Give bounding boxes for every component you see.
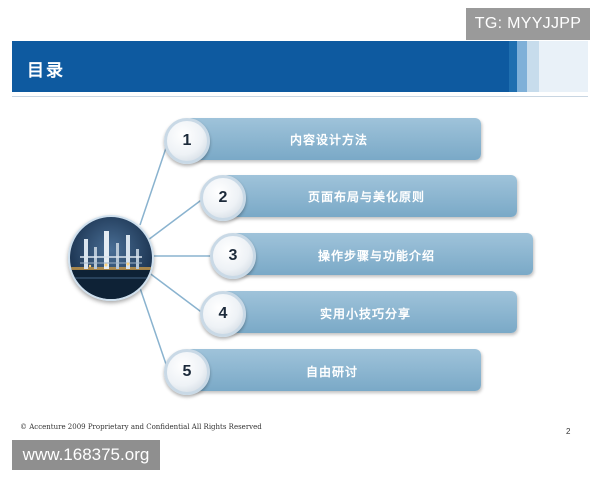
agenda-item-4-label: 实用小技巧分享 (320, 307, 412, 321)
connector-line-1 (139, 141, 169, 226)
oil-rig-icon (70, 231, 152, 299)
agenda-item-3-label: 操作步骤与功能介绍 (318, 249, 436, 263)
agenda-item-2-label: 页面布局与美化原则 (308, 190, 426, 204)
page-number: 2 (566, 427, 571, 436)
connector-line-4 (147, 271, 205, 315)
agenda-item-5-label: 自由研讨 (306, 365, 359, 379)
hub-photo (68, 215, 154, 301)
agenda-number-3-badge: 3 (210, 233, 256, 279)
agenda-number-1-badge: 1 (164, 118, 210, 164)
agenda-number-4-badge: 4 (200, 291, 246, 337)
connector-line-5 (139, 287, 169, 371)
watermark-site: www.168375.org (12, 440, 160, 470)
agenda-number-2-badge: 2 (200, 175, 246, 221)
connector-line-2 (147, 197, 205, 241)
footer-copyright: © Accenture 2009 Proprietary and Confide… (20, 423, 262, 431)
agenda-item-1-label: 内容设计方法 (290, 133, 369, 147)
agenda-number-5-badge: 5 (164, 349, 210, 395)
